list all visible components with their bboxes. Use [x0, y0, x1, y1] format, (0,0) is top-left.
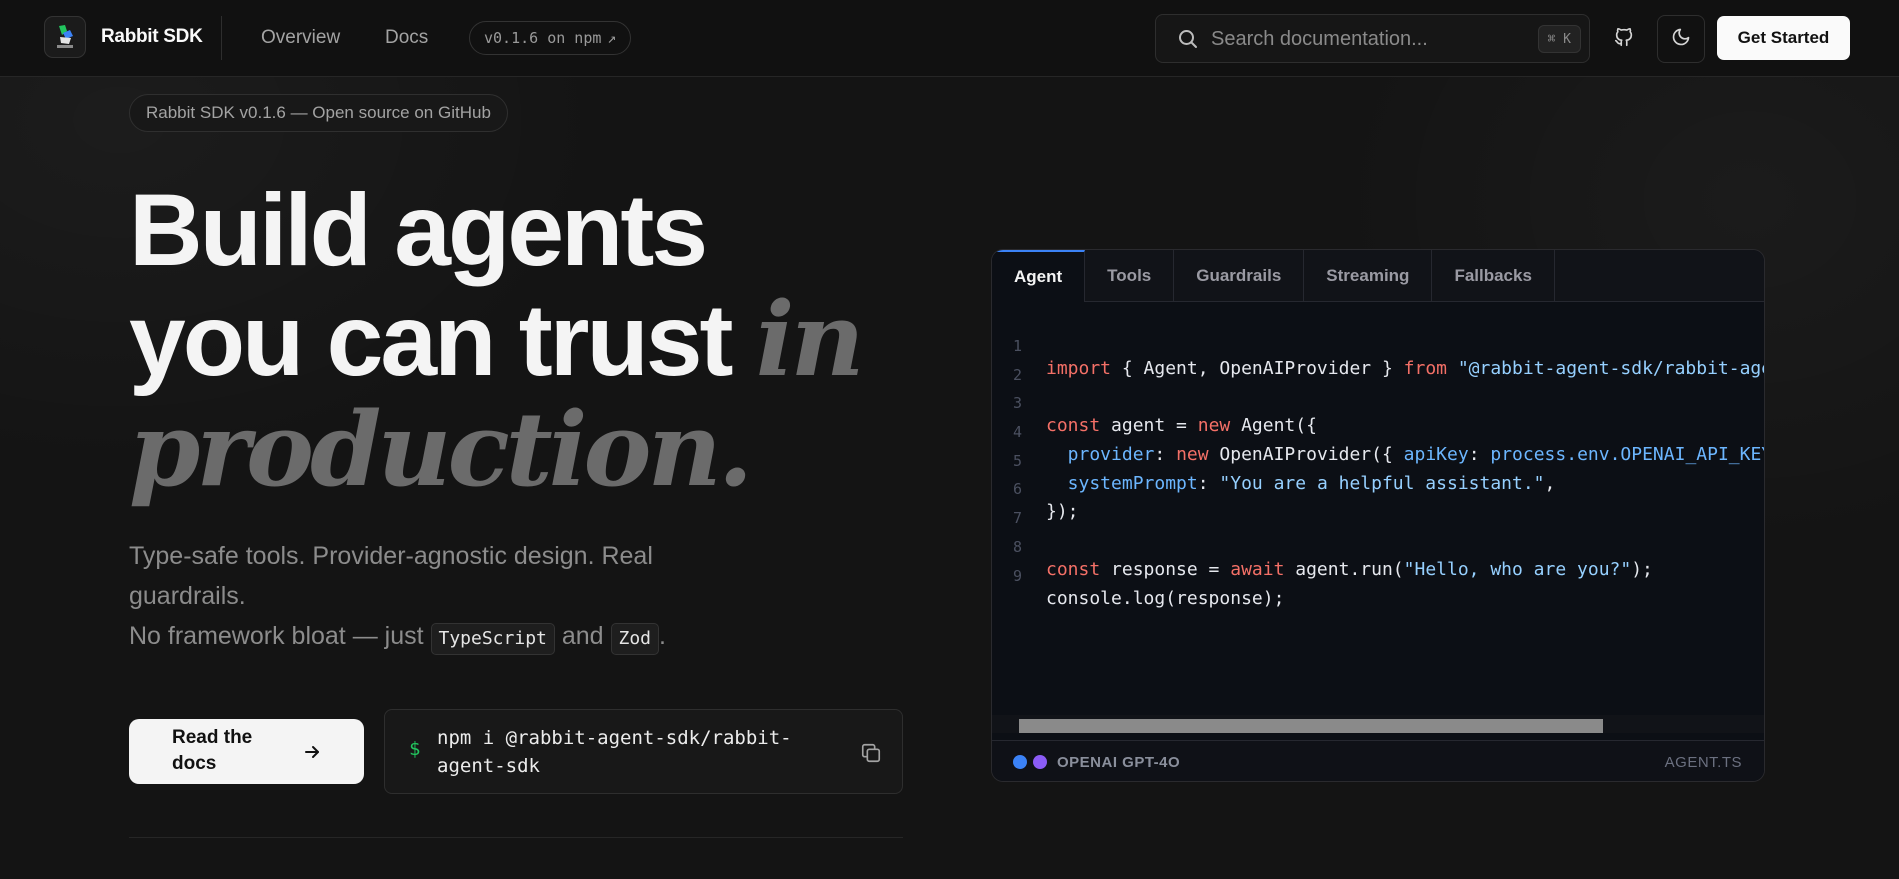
search-placeholder: Search documentation... [1211, 28, 1428, 50]
tab-tools[interactable]: Tools [1085, 250, 1175, 302]
code-example-panel: Agent Tools Guardrails Streaming Fallbac… [991, 249, 1765, 782]
nav-link-docs[interactable]: Docs [385, 27, 428, 49]
npm-version-label: v0.1.6 on npm [484, 29, 602, 47]
npm-install-box: $ npm i @rabbit-agent-sdk/rabbit-agent-s… [384, 709, 903, 794]
code-line: 7 [992, 488, 1764, 527]
line-number: 9 [1013, 566, 1023, 585]
npm-version-badge[interactable]: v0.1.6 on npm ↗ [469, 21, 632, 55]
code-line: 8 const response = await agent.run("Hell… [992, 517, 1764, 580]
announcement-badge[interactable]: Rabbit SDK v0.1.6 — Open source on GitHu… [129, 94, 508, 132]
line-content: console.log(response); [1046, 587, 1285, 609]
moon-icon [1671, 27, 1691, 52]
typescript-chip: TypeScript [430, 623, 555, 655]
headline-italic-in: in [755, 280, 865, 400]
hero-headline: Build agents you can trust in production… [129, 175, 929, 505]
code-line: 2 [992, 345, 1764, 384]
headline-italic-production: production. [129, 390, 753, 510]
headline-line-1: Build agents [129, 173, 708, 287]
file-name-label: AGENT.TS [1664, 754, 1742, 771]
code-line: 3 const agent = new Agent({ [992, 373, 1764, 436]
code-line: 4 provider: new OpenAIProvider({ apiKey:… [992, 402, 1764, 465]
search-icon [1178, 29, 1198, 54]
scrollbar-thumb[interactable] [1019, 719, 1603, 733]
code-block: 1 import { Agent, OpenAIProvider } from … [992, 316, 1764, 609]
zod-chip: Zod [610, 623, 660, 655]
code-panel-footer: OPENAI GPT-4O AGENT.TS [992, 740, 1764, 781]
headline-trust-text: you can trust [129, 283, 733, 397]
rabbit-logo-icon[interactable] [44, 16, 86, 58]
subtext-prefix: No framework bloat — just [129, 622, 424, 650]
nav-divider [221, 16, 222, 60]
search-shortcut-hint: ⌘ K [1537, 25, 1581, 53]
hero-divider [129, 837, 903, 838]
copy-icon[interactable] [860, 742, 882, 769]
code-line: 6 }); [992, 459, 1764, 522]
code-tabs: Agent Tools Guardrails Streaming Fallbac… [992, 250, 1764, 302]
subtext-line-1: Type-safe tools. Provider-agnostic desig… [129, 542, 653, 610]
status-dot-blue [1013, 755, 1027, 769]
brand-name[interactable]: Rabbit SDK [101, 26, 203, 48]
nav-link-overview[interactable]: Overview [261, 27, 340, 49]
github-icon [1613, 26, 1635, 53]
arrow-right-icon [303, 743, 321, 769]
horizontal-scrollbar[interactable] [992, 715, 1764, 733]
theme-toggle-button[interactable] [1657, 15, 1705, 63]
model-label: OPENAI GPT-4O [1057, 754, 1181, 771]
subtext-line-2: No framework bloat — just TypeScript and… [129, 616, 749, 656]
subtext-and: and [561, 622, 604, 650]
code-line: 1 import { Agent, OpenAIProvider } from … [992, 316, 1764, 379]
tab-fallbacks[interactable]: Fallbacks [1432, 250, 1555, 302]
npm-install-command[interactable]: npm i @rabbit-agent-sdk/rabbit-agent-sdk [437, 724, 817, 780]
tab-guardrails[interactable]: Guardrails [1174, 250, 1305, 302]
read-docs-button[interactable]: Read the docs [129, 719, 364, 784]
get-started-button[interactable]: Get Started [1717, 16, 1850, 60]
tab-streaming[interactable]: Streaming [1304, 250, 1433, 302]
status-dot-purple [1033, 755, 1047, 769]
top-nav: Rabbit SDK Overview Docs v0.1.6 on npm ↗… [0, 0, 1899, 77]
headline-line-2: you can trust in [129, 285, 929, 395]
github-button[interactable] [1600, 15, 1648, 63]
subtext-period: . [659, 622, 666, 650]
external-link-icon: ↗ [607, 29, 617, 47]
code-line: 9 console.log(response); [992, 546, 1764, 609]
search-input[interactable]: Search documentation... ⌘ K [1155, 14, 1590, 63]
prompt-symbol: $ [409, 738, 421, 760]
tab-agent[interactable]: Agent [992, 250, 1086, 302]
read-docs-label: Read the docs [172, 727, 253, 774]
hero-subtext: Type-safe tools. Provider-agnostic desig… [129, 536, 749, 656]
code-line: 5 systemPrompt: "You are a helpful assis… [992, 431, 1764, 494]
